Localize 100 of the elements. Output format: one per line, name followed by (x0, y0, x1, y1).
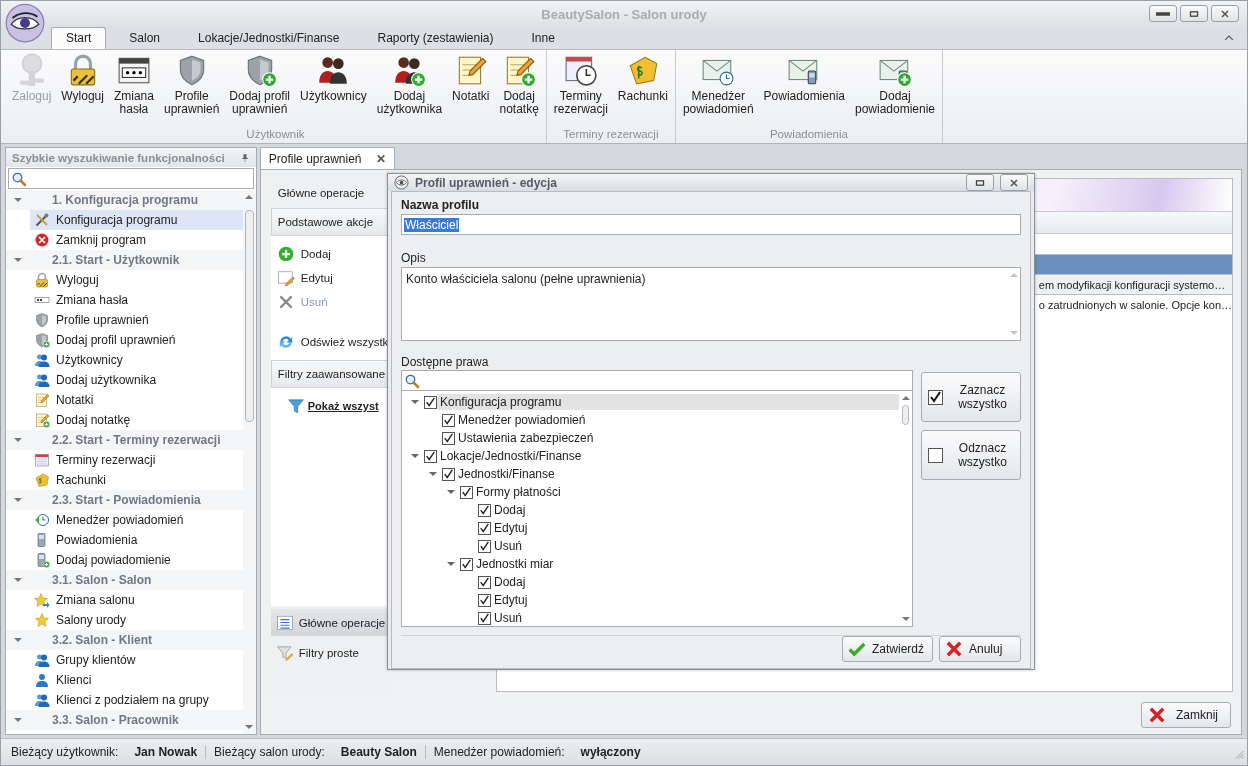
checkbox[interactable] (478, 593, 491, 607)
tree-item[interactable]: Jednostki/Finanse (455, 466, 558, 482)
select-all-button[interactable]: Odznacz wszystko (921, 430, 1021, 480)
ribbon-button[interactable]: Powiadomienia (758, 50, 850, 128)
sidebar-item[interactable]: Wyloguj (30, 270, 243, 290)
ribbon-button[interactable]: Użytkownicy (295, 50, 372, 128)
input-field[interactable]: Właściciel (401, 214, 1021, 235)
sidebar-item[interactable]: Zmiana salonu (30, 590, 243, 610)
sidebar-item[interactable]: Zmiana hasła (30, 290, 243, 310)
expand-arrow-icon[interactable] (411, 454, 419, 458)
sidebar-item[interactable]: Grupy klientów (30, 650, 243, 670)
tree-item[interactable]: Konfiguracja programu (437, 394, 899, 410)
tree-item[interactable]: Edytuj (491, 592, 531, 608)
checkbox[interactable] (424, 395, 437, 409)
checkbox[interactable] (478, 611, 491, 625)
ribbon-button[interactable]: Dodaj użytkownika (371, 50, 448, 128)
checkbox[interactable] (478, 503, 491, 517)
tree-item[interactable]: Jednostki miar (473, 556, 557, 572)
sidebar-item[interactable]: Klienci (30, 670, 243, 690)
ribbon-tab[interactable]: Salon (114, 27, 176, 49)
search-field[interactable] (401, 370, 913, 391)
expand-arrow-icon[interactable] (14, 498, 22, 502)
expand-arrow-icon[interactable] (14, 718, 22, 722)
nav-section-header[interactable]: Filtry zaawansowane (270, 360, 387, 388)
ribbon-button[interactable]: Wyloguj (56, 50, 109, 128)
checkbox[interactable] (460, 557, 473, 571)
sidebar-item[interactable]: Terminy rezerwacji (30, 450, 243, 470)
expand-arrow-icon[interactable] (14, 638, 22, 642)
checkbox[interactable] (442, 413, 455, 427)
action-button[interactable]: Dodaj (270, 242, 337, 266)
ribbon-tab[interactable]: Lokacje/Jednostki/Finanse (183, 27, 355, 49)
expand-arrow-icon[interactable] (14, 578, 22, 582)
ribbon-button[interactable]: Menedżer powiadomień (677, 50, 759, 128)
maximize-button[interactable] (966, 174, 994, 191)
ribbon-tab[interactable]: Inne (516, 27, 570, 49)
maximize-button[interactable] (1180, 5, 1208, 22)
expand-arrow-icon[interactable] (429, 472, 437, 476)
close-tab-button[interactable]: ✕ (375, 151, 386, 166)
tree-item[interactable]: Lokacje/Jednostki/Finanse (437, 448, 585, 464)
sidebar-item[interactable]: Dodaj profil uprawnień (30, 330, 243, 350)
tab-label[interactable]: Profile uprawnień (268, 151, 362, 166)
tree-item[interactable]: Usuń (491, 610, 525, 626)
ribbon-button[interactable]: Profile uprawnień (158, 50, 225, 128)
tree-item[interactable]: Edytuj (491, 520, 531, 536)
expand-arrow-icon[interactable] (447, 490, 455, 494)
ribbon-tab[interactable]: Start (51, 27, 107, 49)
close-window-button[interactable]: Zamknij (1141, 702, 1231, 728)
sidebar-item[interactable]: Dodaj notatkę (30, 410, 243, 430)
expand-arrow-icon[interactable] (14, 258, 22, 262)
select-all-button[interactable]: Zaznacz wszystko (921, 372, 1021, 422)
sidebar-item[interactable]: Dodaj użytkownika (30, 370, 243, 390)
close-button[interactable] (1000, 174, 1028, 191)
tree-item[interactable]: Ustawienia zabezpieczeń (455, 430, 597, 446)
scrollbar[interactable] (242, 190, 256, 734)
nav-pane-button[interactable]: Główne operacje (270, 609, 387, 636)
action-button[interactable]: Odśwież wszystk (270, 330, 395, 354)
sidebar-item[interactable]: Menedżer powiadomień (30, 510, 243, 530)
expand-arrow-icon[interactable] (14, 198, 22, 202)
nav-pane-button[interactable]: Filtry proste (270, 639, 387, 666)
nav-section-header[interactable]: Podstawowe akcje (270, 208, 387, 236)
ribbon-button[interactable]: Notatki (447, 50, 495, 128)
sidebar-item[interactable]: Zamknij program (30, 230, 243, 250)
close-button[interactable] (1211, 5, 1239, 22)
ribbon-button[interactable]: Terminy rezerwacji (548, 50, 613, 128)
sidebar-item[interactable]: Konfiguracja programu (30, 210, 243, 230)
checkbox[interactable] (478, 539, 491, 553)
ribbon-button[interactable]: Dodaj profil uprawnień (224, 50, 296, 128)
confirm-button[interactable]: Zatwierdź (842, 636, 933, 662)
document-tab[interactable]: Profile uprawnień ✕ (259, 147, 395, 169)
ribbon-button[interactable]: Zmiana hasła (108, 50, 159, 128)
ribbon-button[interactable]: Dodaj notatkę (494, 50, 544, 128)
filter-link[interactable]: Pokaż wszyst (270, 394, 385, 418)
sidebar-item[interactable]: Powiadomienia (30, 530, 243, 550)
expand-arrow-icon[interactable] (14, 438, 22, 442)
ribbon-button[interactable]: Dodaj powiadomienie (850, 50, 941, 128)
sidebar-item[interactable]: Klienci z podziałem na grupy (30, 690, 243, 710)
tree-item[interactable]: Menedżer powiadomień (455, 412, 589, 428)
checkbox[interactable] (478, 575, 491, 589)
tree-item[interactable]: Dodaj (491, 574, 529, 590)
minimize-button[interactable] (1149, 5, 1177, 22)
checkbox[interactable] (478, 521, 491, 535)
sidebar-item[interactable]: Profile uprawnień (30, 310, 243, 330)
tree-item[interactable]: Formy płatności (473, 484, 564, 500)
sidebar-item[interactable]: Użytkownicy (30, 350, 243, 370)
action-button[interactable]: Edytuj (270, 266, 339, 290)
ribbon-tab[interactable]: Raporty (zestawienia) (362, 27, 509, 49)
sidebar-item[interactable]: Notatki (30, 390, 243, 410)
search-field[interactable] (8, 168, 254, 189)
tree-item[interactable]: Dodaj (491, 502, 529, 518)
sidebar-item[interactable]: Rachunki (30, 470, 243, 490)
checkbox[interactable] (442, 467, 455, 481)
ribbon-button[interactable]: Rachunki (612, 50, 673, 128)
sidebar-item[interactable]: Dodaj powiadomienie (30, 550, 243, 570)
cancel-button[interactable]: Anuluj (939, 636, 1021, 662)
checkbox[interactable] (460, 485, 473, 499)
expand-arrow-icon[interactable] (411, 400, 419, 404)
expand-arrow-icon[interactable] (447, 562, 455, 566)
sidebar-item[interactable]: Salony urody (30, 610, 243, 630)
tree-item[interactable]: Usuń (491, 538, 525, 554)
text-area[interactable]: Konto właściciela salonu (pełne uprawnienia) (401, 267, 1021, 341)
